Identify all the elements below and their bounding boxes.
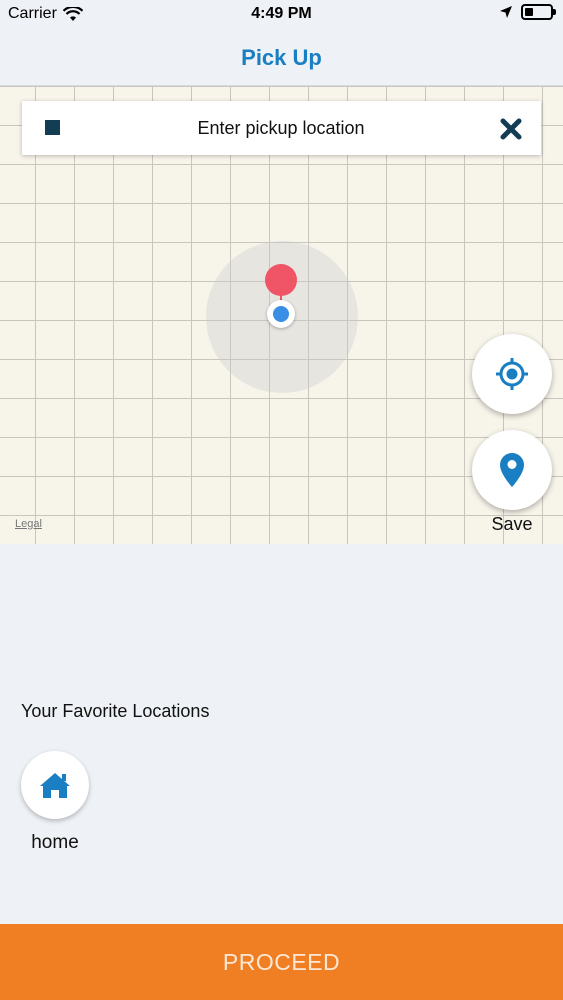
locate-me-button[interactable] [472, 334, 552, 414]
page-title: Pick Up [241, 44, 322, 70]
location-arrow-icon [500, 6, 512, 18]
status-right [499, 4, 556, 20]
pickup-pin-icon[interactable] [265, 264, 297, 296]
status-bar: Carrier 4:49 PM [0, 0, 563, 30]
save-label: Save [491, 514, 533, 534]
crosshair-icon [496, 358, 528, 390]
save-location-button[interactable] [472, 430, 552, 510]
favorite-home-label: home [31, 832, 79, 853]
favorites-heading: Your Favorite Locations [21, 701, 210, 721]
nav-bar: Pick Up [0, 30, 563, 86]
close-icon[interactable] [497, 115, 525, 143]
legal-link[interactable]: Legal [15, 518, 42, 530]
pickup-location-input[interactable] [82, 101, 480, 155]
home-icon [40, 773, 70, 798]
pickup-search-box [22, 101, 541, 155]
location-square-icon [45, 120, 60, 135]
current-location-dot [267, 300, 295, 328]
battery-icon [521, 4, 556, 20]
status-time: 4:49 PM [251, 5, 312, 22]
map-pin-icon [500, 453, 524, 487]
proceed-button[interactable]: PROCEED [0, 924, 563, 1000]
favorite-home-button[interactable] [21, 751, 89, 819]
